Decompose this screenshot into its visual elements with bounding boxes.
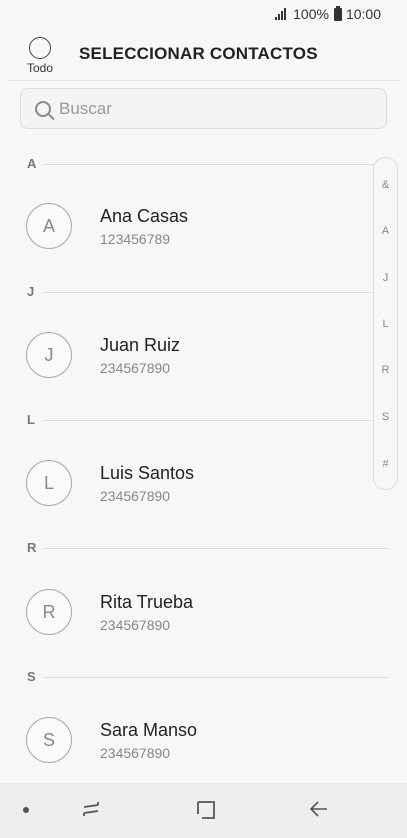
contact-number: 123456789 — [100, 231, 171, 247]
avatar: A — [26, 203, 72, 249]
home-icon[interactable] — [196, 799, 216, 821]
contact-name: Ana Casas — [100, 206, 189, 226]
section-header-s: S — [27, 669, 389, 685]
contact-item[interactable]: S Sara Manso 234567890 — [26, 717, 366, 765]
contact-number: 234567890 — [100, 745, 171, 761]
contact-item[interactable]: J Juan Ruiz 234567890 — [26, 332, 366, 380]
section-divider — [43, 677, 389, 678]
index-item-l[interactable]: L — [374, 318, 397, 330]
contact-item[interactable]: R Rita Trueba 234567890 — [26, 589, 366, 637]
search-icon — [35, 100, 51, 117]
status-bar: 100% 10:00 — [0, 0, 407, 30]
contact-item[interactable]: A Ana Casas 123456789 — [26, 203, 366, 251]
contact-number: 234567890 — [100, 617, 171, 633]
signal-icon — [275, 8, 289, 20]
section-header-j: J — [27, 284, 389, 300]
contact-item[interactable]: L Luis Santos 234567890 — [26, 460, 366, 508]
status-indicators: 100% 10:00 — [275, 5, 381, 22]
header: Todo SELECCIONAR CONTACTOS — [0, 30, 407, 81]
section-header-a: A — [27, 156, 389, 172]
section-divider — [43, 548, 389, 549]
section-letter: R — [27, 540, 37, 555]
index-item-hash[interactable]: # — [374, 458, 397, 470]
section-letter: L — [27, 412, 35, 427]
section-header-l: L — [27, 412, 389, 428]
contact-name: Juan Ruiz — [100, 335, 181, 355]
select-all-checkbox[interactable] — [29, 37, 51, 59]
avatar: R — [26, 589, 72, 635]
contact-number: 234567890 — [100, 488, 171, 504]
section-divider — [43, 420, 389, 421]
avatar: L — [26, 460, 72, 506]
search-input[interactable]: Buscar — [20, 88, 387, 129]
header-divider — [8, 80, 399, 81]
contact-number: 234567890 — [100, 360, 171, 376]
section-letter: A — [27, 156, 37, 171]
avatar: J — [26, 332, 72, 378]
select-all-button[interactable]: Todo — [24, 37, 56, 77]
battery-icon — [333, 5, 342, 21]
page-title: SELECCIONAR CONTACTOS — [79, 44, 318, 63]
dot-icon[interactable] — [23, 807, 29, 813]
index-item-a[interactable]: A — [374, 225, 397, 237]
recent-apps-icon[interactable] — [81, 799, 101, 819]
navigation-bar — [0, 783, 407, 838]
select-all-label: Todo — [26, 61, 54, 75]
avatar: S — [26, 717, 72, 763]
alphabet-index-scroller[interactable]: & A J L R S # — [373, 157, 398, 490]
contact-name: Luis Santos — [100, 463, 195, 483]
index-item-r[interactable]: R — [374, 364, 397, 376]
index-item-ampersand[interactable]: & — [374, 179, 397, 191]
search-placeholder: Buscar — [59, 98, 112, 118]
clock: 10:00 — [345, 6, 381, 22]
section-divider — [43, 292, 389, 293]
section-header-r: R — [27, 540, 389, 556]
section-divider — [43, 164, 389, 165]
contact-name: Rita Trueba — [100, 592, 194, 612]
index-item-j[interactable]: J — [374, 272, 397, 284]
contact-name: Sara Manso — [100, 720, 198, 740]
section-letter: S — [27, 669, 36, 684]
battery-percentage: 100% — [293, 6, 329, 22]
index-item-s[interactable]: S — [374, 411, 397, 423]
section-letter: J — [27, 284, 35, 299]
back-icon[interactable] — [309, 799, 329, 819]
